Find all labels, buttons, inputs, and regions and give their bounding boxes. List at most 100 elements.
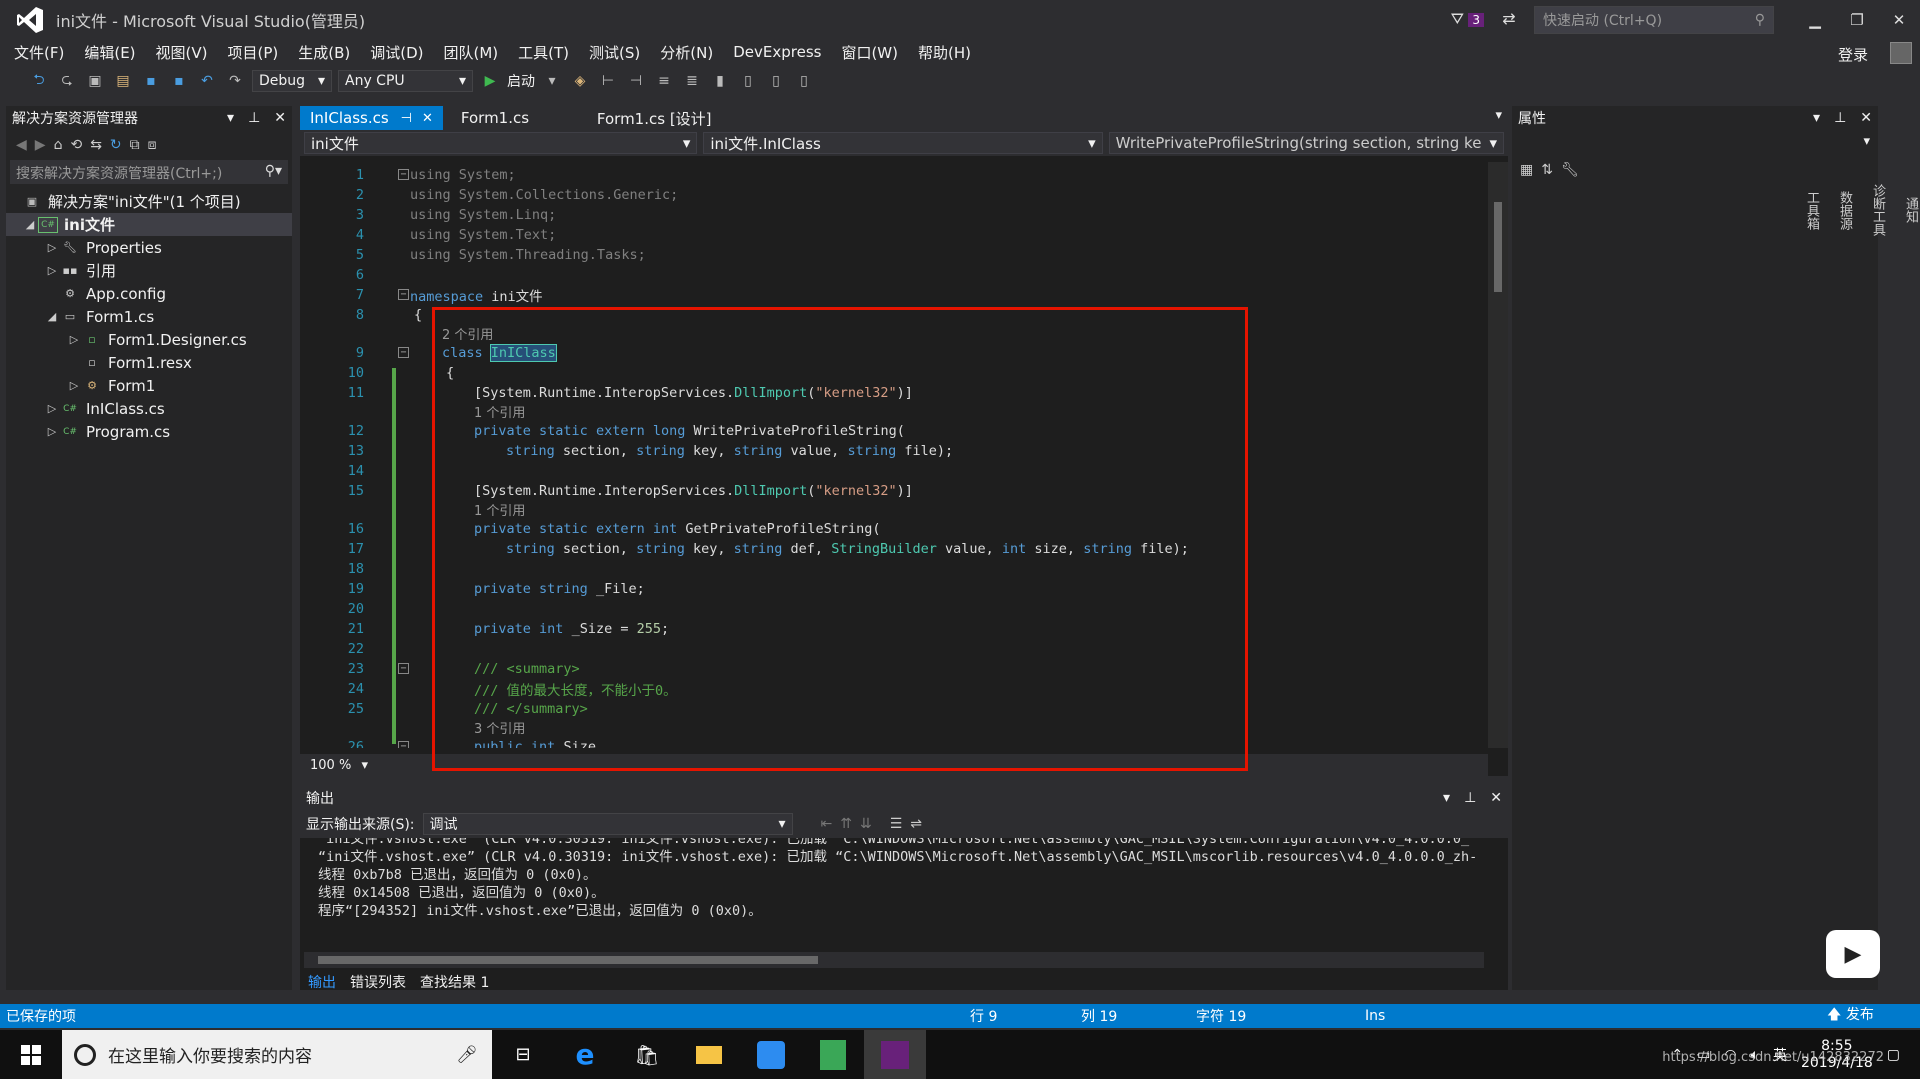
tab-find-results[interactable]: 查找结果 1 <box>420 972 489 994</box>
task-view-icon[interactable]: ⊟ <box>492 1030 554 1079</box>
tab-overflow-chevron-icon[interactable]: ▾ <box>1495 108 1502 123</box>
tree-node-solution[interactable]: ▣ 解决方案"ini文件"(1 个项目) <box>6 190 292 213</box>
collapse-icon[interactable]: − <box>398 289 409 300</box>
redo-icon[interactable]: ↷ <box>224 70 246 92</box>
editor-vertical-scrollbar[interactable] <box>1488 162 1508 748</box>
scroll-thumb[interactable] <box>1494 202 1502 292</box>
home-icon[interactable]: ⌂ <box>54 137 63 153</box>
menu-test[interactable]: 测试(S) <box>579 42 650 63</box>
menu-window[interactable]: 窗口(W) <box>831 42 908 63</box>
expand-arrow-icon[interactable]: ▷ <box>44 264 60 277</box>
chevron-down-icon[interactable]: ▾ <box>541 70 563 92</box>
feedback-icon[interactable]: ⇄ <box>1498 9 1520 31</box>
menu-edit[interactable]: 编辑(E) <box>74 42 145 63</box>
output-text[interactable]: “ini文件.vshost.exe” (CLR v4.0.30319: ini文… <box>300 838 1508 948</box>
side-tab-diagnostics[interactable]: 诊断工具 <box>1868 184 1887 236</box>
clear-all-icon[interactable]: ☰ <box>890 816 903 832</box>
tree-node-iniclass-cs[interactable]: ▷ C# InIClass.cs <box>6 397 292 420</box>
chevron-down-icon[interactable]: ▾ <box>1443 790 1450 806</box>
action-center-icon[interactable]: ▢ <box>1887 1047 1900 1063</box>
menu-devexpress[interactable]: DevExpress <box>723 43 831 61</box>
tree-node-program-cs[interactable]: ▷ C# Program.cs <box>6 420 292 443</box>
expand-arrow-icon[interactable]: ▷ <box>66 333 82 346</box>
step-into-icon[interactable]: ⊢ <box>597 70 619 92</box>
tree-node-form1-cs[interactable]: ◢ ▭ Form1.cs <box>6 305 292 328</box>
expand-arrow-icon[interactable]: ◢ <box>22 218 38 231</box>
next-bookmark-icon[interactable]: ▯ <box>765 70 787 92</box>
menu-tools[interactable]: 工具(T) <box>508 42 579 63</box>
minimize-button[interactable]: ▁ <box>1794 0 1836 40</box>
scroll-thumb[interactable] <box>318 956 818 964</box>
menu-view[interactable]: 视图(V) <box>146 42 218 63</box>
codelens-references[interactable]: 1 个引用 <box>474 500 525 519</box>
side-tab-notifications[interactable]: 通知 <box>1901 197 1920 223</box>
tab-form1-designer[interactable]: Form1.cs [设计] <box>587 106 722 130</box>
next-message-icon[interactable]: ⇊ <box>860 816 872 832</box>
sync-icon[interactable]: ⇆ <box>90 137 102 153</box>
expand-arrow-icon[interactable]: ◢ <box>44 310 60 323</box>
codelens-references[interactable]: 2 个引用 <box>442 324 493 343</box>
close-button[interactable]: ✕ <box>1878 0 1920 40</box>
navigate-back-icon[interactable]: ⮌ <box>28 70 50 92</box>
new-project-icon[interactable]: ▣ <box>84 70 106 92</box>
open-file-icon[interactable]: ▤ <box>112 70 134 92</box>
back-icon[interactable]: ◀ <box>16 137 27 153</box>
pin-icon[interactable]: ⊥ <box>1834 110 1846 126</box>
tree-node-form1-designer[interactable]: ▷ ▫ Form1.Designer.cs <box>6 328 292 351</box>
account-avatar[interactable] <box>1890 42 1912 64</box>
pin-icon[interactable]: ⊣ <box>401 111 412 126</box>
microphone-icon[interactable]: 🎤︎ <box>456 1045 478 1065</box>
restore-button[interactable]: ❐ <box>1836 0 1878 40</box>
find-message-icon[interactable]: ⇤ <box>821 816 833 832</box>
spreadsheet-app-icon[interactable] <box>802 1030 864 1079</box>
menu-debug[interactable]: 调试(D) <box>360 42 433 63</box>
configuration-select[interactable]: Debug ▾ <box>252 70 332 92</box>
collapse-icon[interactable]: − <box>398 741 409 748</box>
zoom-select[interactable]: 100 % ▾ <box>304 756 374 774</box>
store-icon[interactable]: 🛍︎ <box>616 1030 678 1079</box>
save-icon[interactable]: ▪ <box>140 70 162 92</box>
tab-output[interactable]: 输出 <box>308 972 336 994</box>
menu-analyze[interactable]: 分析(N) <box>650 42 723 63</box>
notification-badge[interactable]: 3 <box>1468 13 1484 27</box>
close-icon[interactable]: ✕ <box>1860 110 1872 126</box>
project-nav-select[interactable]: ini文件 ▾ <box>304 132 698 154</box>
menu-project[interactable]: 项目(P) <box>218 42 289 63</box>
login-link[interactable]: 登录 <box>1838 44 1868 65</box>
side-tab-data-sources[interactable]: 数据源 <box>1835 191 1854 230</box>
codelens-references[interactable]: 1 个引用 <box>474 402 525 421</box>
menu-team[interactable]: 团队(M) <box>434 42 509 63</box>
chevron-down-icon[interactable]: ▾ <box>1813 110 1820 126</box>
undo-icon[interactable]: ↶ <box>196 70 218 92</box>
menu-help[interactable]: 帮助(H) <box>908 42 981 63</box>
visual-studio-taskbar-icon[interactable] <box>864 1030 926 1079</box>
platform-select[interactable]: Any CPU ▾ <box>338 70 473 92</box>
forward-icon[interactable]: ▶ <box>35 137 46 153</box>
code-text-area[interactable]: 1− using System; 2 using System.Collection… <box>300 162 1488 748</box>
expand-arrow-icon[interactable]: ▷ <box>66 379 82 392</box>
notes-app-icon[interactable] <box>740 1030 802 1079</box>
step-over-icon[interactable]: ⊣ <box>625 70 647 92</box>
tab-error-list[interactable]: 错误列表 <box>350 972 406 994</box>
taskbar-search-box[interactable]: 在这里输入你要搜索的内容 🎤︎ <box>62 1030 492 1079</box>
tree-node-project[interactable]: ◢ C# ini文件 <box>6 213 292 236</box>
navigate-forward-icon[interactable]: ⮎ <box>56 70 78 92</box>
collapse-icon[interactable]: − <box>398 347 409 358</box>
menu-file[interactable]: 文件(F) <box>4 42 74 63</box>
expand-arrow-icon[interactable]: ▷ <box>44 425 60 438</box>
member-nav-select[interactable]: WritePrivateProfileString(string section… <box>1108 132 1504 154</box>
collapse-icon[interactable]: − <box>398 169 409 180</box>
show-all-files-icon[interactable]: ⧈ <box>148 137 157 153</box>
solution-search-input[interactable]: 搜索解决方案资源管理器(Ctrl+;) ⚲▾ <box>10 160 288 184</box>
tree-node-form1-class[interactable]: ▷ ⚙ Form1 <box>6 374 292 397</box>
collapse-icon[interactable]: − <box>398 663 409 674</box>
windows-start-icon[interactable] <box>0 1030 62 1079</box>
side-tab-toolbox[interactable]: 工具箱 <box>1802 191 1821 230</box>
prev-message-icon[interactable]: ⇈ <box>840 816 852 832</box>
quick-launch-input[interactable]: 快速启动 (Ctrl+Q) ⚲ <box>1534 6 1774 34</box>
close-icon[interactable]: ✕ <box>422 111 433 126</box>
browser-link-icon[interactable]: ◈ <box>569 70 591 92</box>
prev-bookmark-icon[interactable]: ▯ <box>737 70 759 92</box>
word-wrap-icon[interactable]: ⇌ <box>910 816 922 832</box>
expand-arrow-icon[interactable]: ▷ <box>44 241 60 254</box>
